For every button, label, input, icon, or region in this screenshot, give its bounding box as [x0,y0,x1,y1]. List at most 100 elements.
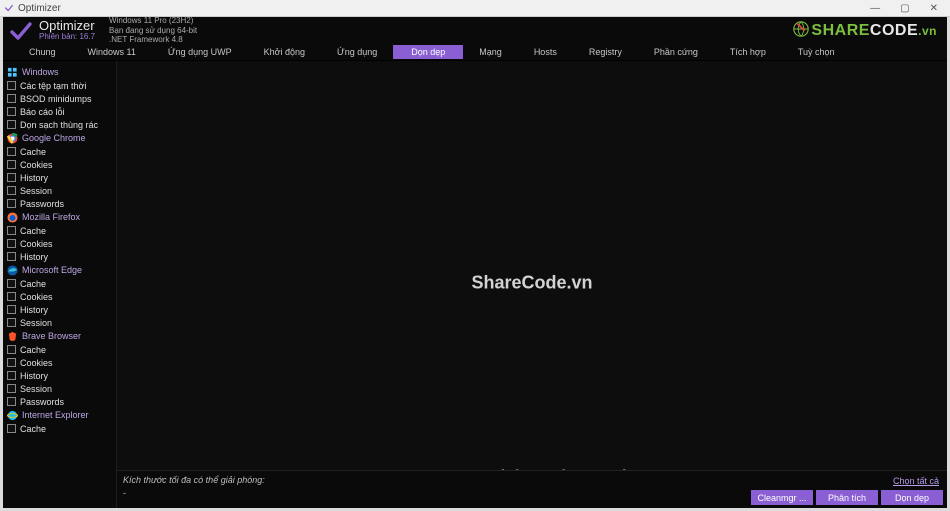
sidebar-item-các-tệp-tạm-thời[interactable]: Các tệp tạm thời [3,79,116,92]
tab-khởi-động[interactable]: Khởi động [248,45,321,59]
sidebar-group-label: Google Chrome [22,133,86,143]
sidebar-item-label: History [20,252,48,262]
sidebar-item-cache[interactable]: Cache [3,277,116,290]
checkbox[interactable] [7,186,16,195]
sidebar-item-label: Cache [20,345,46,355]
ie-icon [7,410,18,421]
footer-button-ph-n-t-ch[interactable]: Phân tích [816,490,878,505]
sidebar-item-dọn-sạch-thùng-rác[interactable]: Dọn sạch thùng rác [3,118,116,131]
checkbox[interactable] [7,160,16,169]
app-name: Optimizer [39,19,95,33]
sidebar-group-microsoft-edge: Microsoft Edge [3,263,116,277]
checkbox[interactable] [7,120,16,129]
sidebar-item-label: Cache [20,279,46,289]
sidebar-item-label: Session [20,384,52,394]
sidebar-item-cookies[interactable]: Cookies [3,290,116,303]
checkbox[interactable] [7,94,16,103]
checkbox[interactable] [7,199,16,208]
sidebar-item-passwords[interactable]: Passwords [3,395,116,408]
checkbox[interactable] [7,147,16,156]
checkbox[interactable] [7,292,16,301]
window-minimize-button[interactable]: — [870,3,880,14]
sidebar-item-passwords[interactable]: Passwords [3,197,116,210]
checkbox[interactable] [7,239,16,248]
tab-ứng-dụng-uwp[interactable]: Ứng dụng UWP [152,45,248,59]
checkbox[interactable] [7,252,16,261]
tab-windows-11[interactable]: Windows 11 [72,45,152,59]
sidebar-group-mozilla-firefox: Mozilla Firefox [3,210,116,224]
sidebar-item-label: Cache [20,226,46,236]
sidebar-item-label: Cookies [20,160,53,170]
os-info-line: Windows 11 Pro (23H2) [109,16,197,26]
checkbox[interactable] [7,318,16,327]
max-size-value: - [123,488,126,498]
footer-button-cleanmgr-[interactable]: Cleanmgr ... [751,490,813,505]
checkbox[interactable] [7,358,16,367]
max-size-label: Kích thước tối đa có thể giải phóng: [123,475,265,485]
checkbox[interactable] [7,226,16,235]
watermark-center: ShareCode.vn [471,272,592,293]
checkbox[interactable] [7,345,16,354]
sidebar-item-history[interactable]: History [3,303,116,316]
sidebar-group-label: Mozilla Firefox [22,212,80,222]
checkbox[interactable] [7,279,16,288]
window-close-button[interactable]: ✕ [930,3,938,14]
sidebar-item-cache[interactable]: Cache [3,422,116,435]
app-version: Phiên bản: 16.7 [39,33,95,41]
arch-info-line: Bạn đang sử dụng 64-bit [109,26,197,36]
select-all-link[interactable]: Chọn tất cả [893,476,939,486]
os-titlebar: Optimizer — ▢ ✕ [0,0,950,17]
checkbox[interactable] [7,397,16,406]
checkbox[interactable] [7,384,16,393]
footer-bar: Kích thước tối đa có thể giải phóng: - C… [117,470,947,508]
checkbox[interactable] [7,173,16,182]
sidebar-item-cookies[interactable]: Cookies [3,237,116,250]
checkbox[interactable] [7,305,16,314]
sidebar-item-history[interactable]: History [3,171,116,184]
tab-dọn-dẹp[interactable]: Dọn dẹp [393,45,463,59]
main-panel: ShareCode.vn Copyright © ShareCode.vn Kí… [117,61,947,508]
tab-registry[interactable]: Registry [573,45,638,59]
window-maximize-button[interactable]: ▢ [900,3,909,14]
sidebar-item-session[interactable]: Session [3,382,116,395]
windows-icon [7,67,18,78]
checkbox[interactable] [7,424,16,433]
sidebar-item-cache[interactable]: Cache [3,343,116,356]
sidebar-item-bsod-minidumps[interactable]: BSOD minidumps [3,92,116,105]
footer-button-d-n-d-p[interactable]: Dọn dẹp [881,490,943,505]
checkbox[interactable] [7,371,16,380]
sidebar-item-cache[interactable]: Cache [3,224,116,237]
sidebar-item-cache[interactable]: Cache [3,145,116,158]
sidebar-item-session[interactable]: Session [3,316,116,329]
sidebar-item-cookies[interactable]: Cookies [3,158,116,171]
tab-phần-cứng[interactable]: Phần cứng [638,45,714,59]
sidebar-item-session[interactable]: Session [3,184,116,197]
tab-tuỳ-chọn[interactable]: Tuỳ chọn [782,45,851,59]
tab-hosts[interactable]: Hosts [518,45,573,59]
tab-ứng-dụng[interactable]: Ứng dụng [321,45,393,59]
sidebar-item-label: Passwords [20,397,64,407]
sidebar-item-label: Dọn sạch thùng rác [20,120,98,130]
sidebar-group-windows: Windows [3,65,116,79]
tab-tích-hợp[interactable]: Tích hợp [714,45,782,59]
edge-icon [7,265,18,276]
tab-chung[interactable]: Chung [13,45,72,59]
sidebar-item-label: Báo cáo lỗi [20,107,65,117]
checkbox[interactable] [7,107,16,116]
chrome-icon [7,133,18,144]
sidebar-group-label: Microsoft Edge [22,265,82,275]
tab-mạng[interactable]: Mạng [463,45,518,59]
sidebar-item-cookies[interactable]: Cookies [3,356,116,369]
sidebar-group-label: Windows [22,67,59,77]
sidebar-item-history[interactable]: History [3,250,116,263]
checkbox[interactable] [7,81,16,90]
sidebar-item-label: History [20,371,48,381]
sidebar-item-label: Passwords [20,199,64,209]
sidebar-item-history[interactable]: History [3,369,116,382]
sidebar-item-label: History [20,173,48,183]
sidebar-item-báo-cáo-lỗi[interactable]: Báo cáo lỗi [3,105,116,118]
sidebar-group-label: Brave Browser [22,331,81,341]
sidebar-item-label: Các tệp tạm thời [20,81,86,91]
sidebar-item-label: BSOD minidumps [20,94,92,104]
window-title: Optimizer [18,3,61,14]
